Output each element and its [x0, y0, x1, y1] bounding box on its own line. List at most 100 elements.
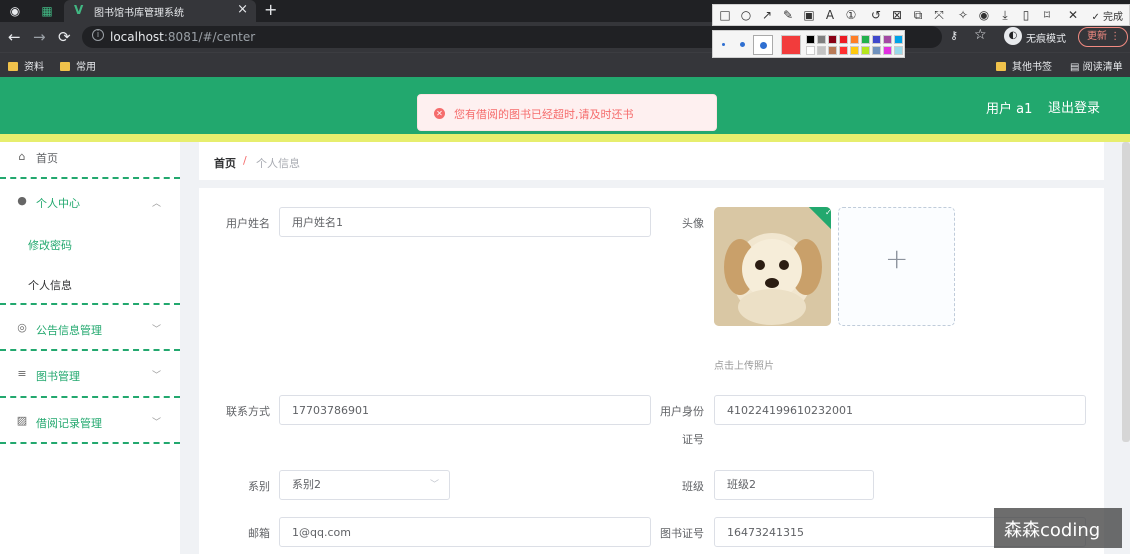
bookmark-icon[interactable]: ⌑: [1039, 7, 1055, 23]
info-icon[interactable]: i: [92, 29, 104, 41]
error-alert: ✕ 您有借阅的图书已经超时,请及时还书: [417, 94, 717, 131]
library-card-label: 图书证号: [660, 527, 704, 540]
color-swatch[interactable]: [872, 35, 881, 44]
current-color-swatch[interactable]: [781, 35, 801, 55]
sidebar-subitem-personal-info[interactable]: 个人信息: [0, 266, 180, 306]
ocr-icon[interactable]: ⊠: [889, 7, 905, 23]
reading-list[interactable]: ▤ 阅读清单: [1070, 58, 1123, 73]
pin-icon[interactable]: ✧: [955, 7, 971, 23]
sidebar-item-announcements[interactable]: ◎ 公告信息管理 ﹀: [0, 305, 180, 351]
color-swatch[interactable]: [861, 46, 870, 55]
url-host: localhost: [110, 30, 164, 44]
avatar[interactable]: [714, 207, 831, 326]
avatar-label: 头像: [682, 217, 704, 230]
color-swatch[interactable]: [894, 35, 903, 44]
contact-input[interactable]: [279, 395, 651, 425]
color-swatch[interactable]: [872, 46, 881, 55]
size-large-dot: [760, 42, 767, 49]
color-swatch[interactable]: [839, 46, 848, 55]
incognito-icon[interactable]: ◐: [1004, 27, 1022, 45]
breadcrumb: 首页 / 个人信息: [199, 142, 1104, 180]
rectangle-icon[interactable]: □: [717, 7, 733, 23]
color-swatch[interactable]: [806, 46, 815, 55]
color-swatch[interactable]: [850, 35, 859, 44]
record-icon[interactable]: ◉: [976, 7, 992, 23]
folder-icon: [8, 62, 18, 71]
bell-icon: ◎: [17, 321, 27, 334]
color-swatch[interactable]: [850, 46, 859, 55]
download-icon[interactable]: ⤓: [997, 7, 1013, 23]
arrow-icon[interactable]: ↗: [759, 7, 775, 23]
sidebar-item-books[interactable]: ≡ 图书管理 ﹀: [0, 351, 180, 397]
text-icon[interactable]: A: [822, 7, 838, 23]
close-icon[interactable]: ✕: [1065, 7, 1081, 23]
upload-hint: 点击上传照片: [714, 361, 774, 372]
save-icon[interactable]: ▯: [1018, 7, 1034, 23]
size-large-box[interactable]: [753, 35, 773, 55]
list-icon: ≡: [17, 367, 27, 380]
class-select[interactable]: 班级2: [714, 470, 874, 500]
color-swatch[interactable]: [828, 35, 837, 44]
sidebar-subitem-change-password[interactable]: 修改密码: [0, 226, 180, 266]
update-button[interactable]: 更新 ⋮: [1078, 27, 1128, 47]
idcard-input[interactable]: [714, 395, 1086, 425]
sidebar-item-label: 公告信息管理: [36, 324, 102, 337]
pen-icon[interactable]: ✎: [780, 7, 796, 23]
bookmark-item[interactable]: 资料: [8, 58, 44, 73]
size-medium-dot[interactable]: [740, 42, 745, 47]
color-swatch[interactable]: [817, 35, 826, 44]
email-input[interactable]: [279, 517, 651, 547]
sheet-icon[interactable]: ▦: [38, 2, 56, 20]
circle-icon[interactable]: ○: [738, 7, 754, 23]
bookmark-item[interactable]: 常用: [60, 58, 96, 73]
star-icon[interactable]: ☆: [974, 27, 987, 43]
forward-icon[interactable]: →: [33, 28, 46, 46]
new-tab-icon[interactable]: +: [264, 0, 277, 19]
back-icon[interactable]: ←: [8, 28, 21, 46]
watermark: 森森coding: [994, 508, 1122, 548]
sidebar-subitem-label: 个人信息: [28, 279, 72, 292]
key-icon[interactable]: ⚷: [950, 29, 958, 42]
department-select[interactable]: 系别2 ﹀: [279, 470, 450, 500]
color-swatch[interactable]: [817, 46, 826, 55]
logout-button[interactable]: 退出登录: [1048, 97, 1100, 116]
upload-button[interactable]: +: [838, 207, 955, 326]
breadcrumb-separator: /: [243, 154, 247, 167]
tab-title: 图书馆书库管理系统: [94, 8, 184, 19]
sidebar-item-personal-center[interactable]: ● 个人中心 ︿: [0, 179, 180, 225]
scroll-capture-icon[interactable]: ⤧: [931, 7, 947, 23]
idcard-label-cont: 证号: [682, 433, 704, 446]
color-swatch[interactable]: [883, 35, 892, 44]
tab-active[interactable]: V 图书馆书库管理系统 ×: [64, 0, 256, 22]
page-scrollbar[interactable]: [1122, 142, 1130, 442]
update-label: 更新: [1087, 31, 1107, 42]
breadcrumb-home[interactable]: 首页: [214, 155, 236, 171]
user-label: 用户 a1: [986, 102, 1033, 117]
puppy-photo: [714, 207, 831, 326]
color-swatch[interactable]: [861, 35, 870, 44]
translate-icon[interactable]: ⧉: [910, 7, 926, 23]
sidebar-item-label: 首页: [36, 152, 58, 165]
mosaic-icon[interactable]: ▣: [801, 7, 817, 23]
sidebar-item-label: 借阅记录管理: [36, 417, 102, 430]
chevron-down-icon: ﹀: [152, 325, 162, 335]
color-swatch[interactable]: [839, 35, 848, 44]
number-icon[interactable]: ①: [843, 7, 859, 23]
sidebar-item-borrow-records[interactable]: ▨ 借阅记录管理 ﹀: [0, 398, 180, 444]
tab-close-icon[interactable]: ×: [237, 2, 248, 17]
username-input[interactable]: [279, 207, 651, 237]
bookmark-label: 常用: [76, 62, 96, 73]
bookmark-item[interactable]: 其他书签: [996, 58, 1052, 73]
sidebar-item-label: 个人中心: [36, 197, 80, 210]
bookmark-label: 资料: [24, 62, 44, 73]
color-swatch[interactable]: [806, 35, 815, 44]
done-button[interactable]: ✓ 完成: [1091, 8, 1123, 23]
error-circle-icon: ✕: [434, 108, 445, 119]
undo-icon[interactable]: ↺: [868, 7, 884, 23]
color-swatch[interactable]: [894, 46, 903, 55]
size-small-dot[interactable]: [722, 43, 725, 46]
color-swatch[interactable]: [883, 46, 892, 55]
reload-icon[interactable]: ⟳: [58, 28, 71, 46]
globe-icon[interactable]: ◉: [6, 2, 24, 20]
color-swatch[interactable]: [828, 46, 837, 55]
